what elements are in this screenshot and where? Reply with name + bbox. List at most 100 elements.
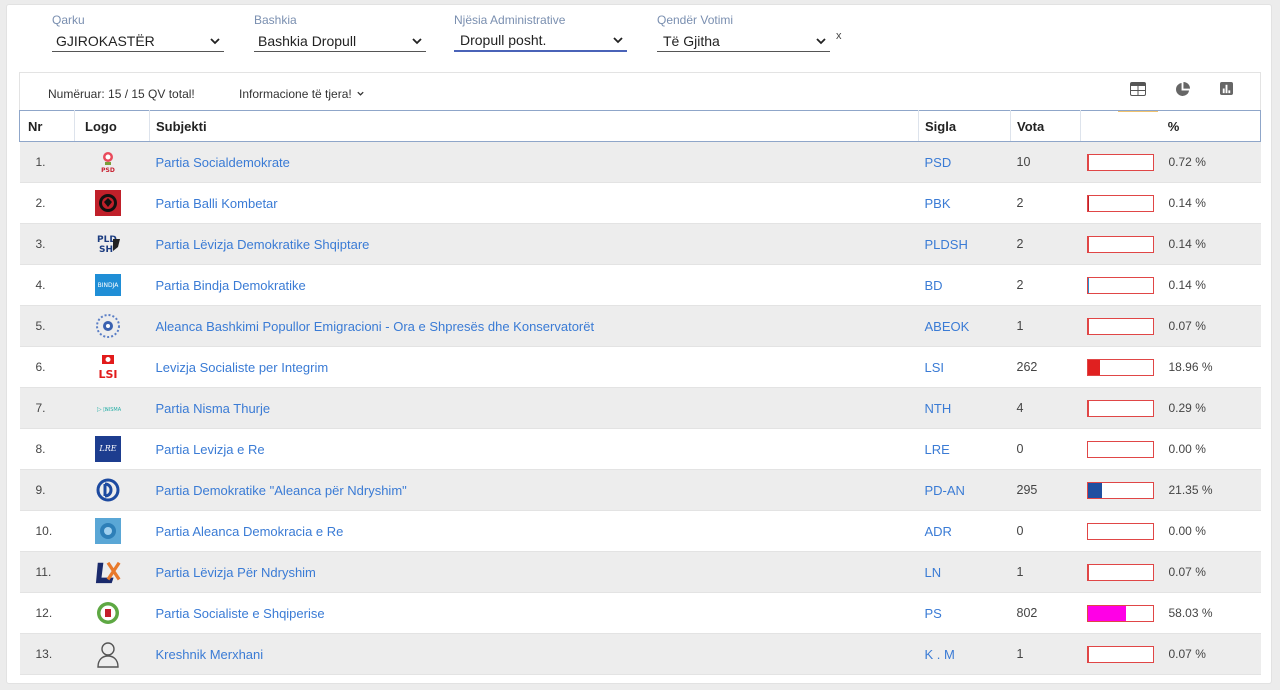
percentage-bar <box>1086 522 1154 540</box>
bar-chart-icon[interactable] <box>1206 82 1246 112</box>
psd-logo: PSD <box>95 149 121 175</box>
party-name-link[interactable]: Partia Balli Kombetar <box>156 196 278 211</box>
percentage-bar-fill <box>1087 482 1102 498</box>
header-pct[interactable]: % <box>1080 110 1261 142</box>
vote-count: 295 <box>1010 469 1081 511</box>
njesia-value: Dropull posht. <box>460 32 547 48</box>
clear-filter-button[interactable]: x <box>836 30 842 42</box>
svg-text:NISMA: NISMA <box>105 407 121 413</box>
table-row: 13. Kreshnik Merxhani K . M 1 0.07 % <box>19 633 1261 675</box>
subjekti-cell: Partia Bindja Demokratike <box>149 264 919 306</box>
chevron-down-icon <box>816 37 826 44</box>
party-name-link[interactable]: Aleanca Bashkimi Popullor Emigracioni - … <box>156 319 595 334</box>
party-acronym-link[interactable]: LN <box>925 565 942 580</box>
party-name-link[interactable]: Partia Aleanca Demokracia e Re <box>156 524 344 539</box>
pd-logo <box>95 477 121 503</box>
svg-text:SH: SH <box>99 245 113 255</box>
party-logo-cell <box>74 182 150 224</box>
sigla-cell: ADR <box>918 510 1011 552</box>
subjekti-cell: Levizja Socialiste per Integrim <box>149 346 919 388</box>
party-name-link[interactable]: Partia Socialdemokrate <box>156 155 290 170</box>
percentage-cell: 18.96 % <box>1080 346 1261 388</box>
row-number: 8. <box>19 428 75 470</box>
percentage-text: 0.72 % <box>1168 155 1206 169</box>
party-acronym-link[interactable]: LSI <box>925 360 945 375</box>
subjekti-cell: Partia Socialiste e Shqiperise <box>149 592 919 634</box>
party-name-link[interactable]: Kreshnik Merxhani <box>156 647 264 662</box>
percentage-bar <box>1086 276 1154 294</box>
vote-count: 1 <box>1010 551 1081 593</box>
header-nr[interactable]: Nr <box>19 110 75 142</box>
qender-select[interactable]: Të Gjitha <box>657 30 830 52</box>
percentage-text: 0.07 % <box>1168 565 1206 579</box>
chevron-down-icon <box>357 91 364 96</box>
party-name-link[interactable]: Levizja Socialiste per Integrim <box>156 360 329 375</box>
party-logo-cell <box>74 510 150 552</box>
percentage-bar-fill <box>1087 236 1089 252</box>
party-acronym-link[interactable]: BD <box>925 278 943 293</box>
table-row: 8. LRE Partia Levizja e Re LRE 0 0.00 % <box>19 428 1261 470</box>
subjekti-cell: Partia Levizja e Re <box>149 428 919 470</box>
party-acronym-link[interactable]: ADR <box>925 524 952 539</box>
party-name-link[interactable]: Partia Nisma Thurje <box>156 401 271 416</box>
table-row: 11. Partia Lëvizja Për Ndryshim LN 1 0.0… <box>19 551 1261 593</box>
percentage-cell: 21.35 % <box>1080 469 1261 511</box>
party-acronym-link[interactable]: NTH <box>925 401 952 416</box>
party-acronym-link[interactable]: LRE <box>925 442 950 457</box>
njesia-select[interactable]: Dropull posht. <box>454 30 627 52</box>
percentage-bar <box>1086 481 1154 499</box>
percentage-cell: 0.07 % <box>1080 551 1261 593</box>
party-acronym-link[interactable]: PS <box>925 606 942 621</box>
filter-bashkia: Bashkia Bashkia Dropull <box>254 13 426 52</box>
table-header-row: Nr Logo Subjekti Sigla Vota % <box>19 110 1261 142</box>
more-info-dropdown[interactable]: Informacione të tjera! <box>239 87 365 101</box>
chevron-down-icon <box>613 37 623 44</box>
row-number: 6. <box>19 346 75 388</box>
pie-chart-icon[interactable] <box>1162 82 1202 112</box>
table-view-icon[interactable] <box>1118 82 1158 112</box>
chevron-down-icon <box>412 37 422 44</box>
percentage-text: 0.14 % <box>1168 196 1206 210</box>
row-number: 10. <box>19 510 75 552</box>
header-subjekti[interactable]: Subjekti <box>149 110 919 142</box>
qarku-select[interactable]: GJIROKASTËR <box>52 30 224 52</box>
party-acronym-link[interactable]: PSD <box>925 155 952 170</box>
percentage-text: 0.14 % <box>1168 278 1206 292</box>
party-name-link[interactable]: Partia Levizja e Re <box>156 442 265 457</box>
ln-logo <box>95 559 121 585</box>
party-logo-cell: ▷ ▷ NISMA <box>74 387 150 429</box>
party-acronym-link[interactable]: PBK <box>925 196 951 211</box>
sigla-cell: ABEOK <box>918 305 1011 347</box>
percentage-bar <box>1086 399 1154 417</box>
party-acronym-link[interactable]: PLDSH <box>925 237 968 252</box>
subjekti-cell: Partia Demokratike "Aleanca për Ndryshim… <box>149 469 919 511</box>
party-name-link[interactable]: Partia Lëvizja Për Ndryshim <box>156 565 316 580</box>
percentage-text: 58.03 % <box>1168 606 1213 620</box>
percentage-bar <box>1086 440 1154 458</box>
party-name-link[interactable]: Partia Lëvizja Demokratike Shqiptare <box>156 237 370 252</box>
party-acronym-link[interactable]: K . M <box>925 647 955 662</box>
subjekti-cell: Partia Lëvizja Demokratike Shqiptare <box>149 223 919 265</box>
table-row: 4. BINDJA Partia Bindja Demokratike BD 2… <box>19 264 1261 306</box>
percentage-text: 0.29 % <box>1168 401 1206 415</box>
percentage-bar <box>1086 153 1154 171</box>
adr-logo <box>94 518 121 544</box>
bashkia-select[interactable]: Bashkia Dropull <box>254 30 426 52</box>
vote-count: 1 <box>1010 633 1081 675</box>
sigla-cell: PS <box>918 592 1011 634</box>
party-logo-cell: PLD SH <box>74 223 150 265</box>
percentage-text: 0.07 % <box>1168 319 1206 333</box>
party-name-link[interactable]: Partia Socialiste e Shqiperise <box>156 606 325 621</box>
filter-njesia-label: Njësia Administrative <box>454 13 566 27</box>
header-sigla[interactable]: Sigla <box>918 110 1011 142</box>
party-name-link[interactable]: Partia Bindja Demokratike <box>156 278 306 293</box>
row-number: 11. <box>19 551 75 593</box>
pbk-logo <box>94 190 121 216</box>
party-acronym-link[interactable]: PD-AN <box>925 483 965 498</box>
subjekti-cell: Kreshnik Merxhani <box>149 633 919 675</box>
percentage-cell: 0.00 % <box>1080 510 1261 552</box>
party-acronym-link[interactable]: ABEOK <box>925 319 970 334</box>
party-name-link[interactable]: Partia Demokratike "Aleanca për Ndryshim… <box>156 483 407 498</box>
header-vota[interactable]: Vota <box>1010 110 1081 142</box>
row-number: 7. <box>19 387 75 429</box>
